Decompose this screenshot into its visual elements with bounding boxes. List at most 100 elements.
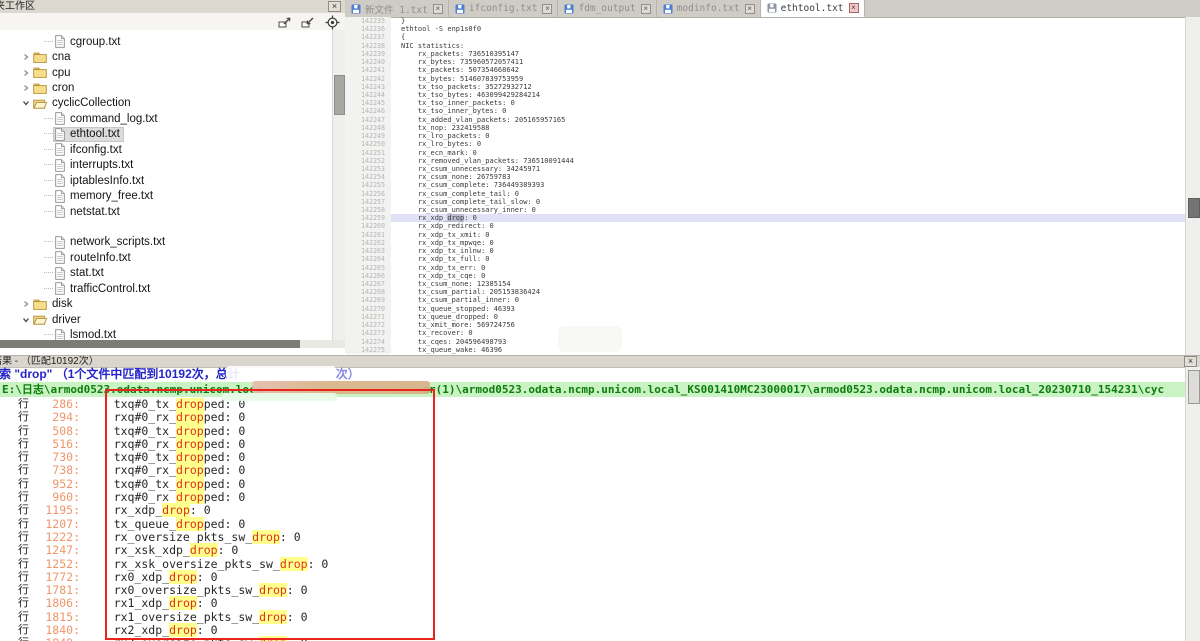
result-row-line-1781[interactable]: 行1781: rx0_oversize_pkts_sw_drop: 0: [0, 584, 1186, 597]
chevron-right-icon[interactable]: [22, 69, 32, 77]
result-line-number: 294:: [32, 411, 80, 424]
tab-modinfo.txt[interactable]: modinfo.txt×: [657, 0, 761, 17]
tree-item-ifconfig.txt[interactable]: ifconfig.txt: [0, 142, 333, 157]
match-highlight: drop: [280, 557, 308, 571]
results-close-icon[interactable]: ×: [1184, 356, 1197, 367]
tree-connector: [44, 272, 53, 274]
collapse-all-icon[interactable]: [301, 15, 316, 29]
result-row-line-730[interactable]: 行730: txq#0_tx_dropped: 0: [0, 451, 1186, 464]
result-row-line-508[interactable]: 行508: txq#0_tx_dropped: 0: [0, 425, 1186, 438]
result-row-line-516[interactable]: 行516: rxq#0_rx_dropped: 0: [0, 438, 1186, 451]
editor-line: 142243 tx_tso_packets: 35272932712: [345, 83, 1200, 91]
chevron-right-icon[interactable]: [22, 84, 32, 92]
tree-item-stat.txt[interactable]: stat.txt: [0, 266, 333, 281]
tree-connector: [44, 41, 53, 43]
tab-close-icon[interactable]: ×: [745, 4, 755, 14]
tree-item-netstat.txt[interactable]: netstat.txt: [0, 204, 333, 219]
tree-item-label: ethtool.txt: [70, 128, 120, 140]
result-line-number: 516:: [32, 438, 80, 451]
row-label: 行: [18, 624, 32, 637]
result-row-line-960[interactable]: 行960: rxq#0_rx_dropped: 0: [0, 491, 1186, 504]
tab-label: 新文件 1.txt: [365, 2, 428, 16]
match-highlight: drop: [176, 410, 204, 424]
tab-fdm_output[interactable]: fdm_output×: [558, 0, 656, 17]
chevron-right-icon[interactable]: [22, 300, 32, 308]
chevron-right-icon[interactable]: [22, 53, 32, 61]
tree-item-cron[interactable]: cron: [0, 80, 333, 95]
tree-item-cna[interactable]: cna: [0, 49, 333, 64]
match-highlight: drop: [169, 596, 197, 610]
row-label: 行: [18, 584, 32, 597]
workspace-close-icon[interactable]: ×: [328, 1, 341, 12]
tree-connector: [44, 334, 53, 336]
tree-item-routeInfo.txt[interactable]: routeInfo.txt: [0, 250, 333, 265]
result-row-line-1806[interactable]: 行1806: rx1_xdp_drop: 0: [0, 597, 1186, 610]
editor-line: 142275 tx_queue_wake: 46396: [345, 346, 1200, 354]
tree-item-command_log.txt[interactable]: command_log.txt: [0, 111, 333, 126]
result-row-line-286[interactable]: 行286: txq#0_tx_dropped: 0: [0, 398, 1186, 411]
chevron-down-icon[interactable]: [22, 99, 32, 107]
tab-close-icon[interactable]: ×: [433, 4, 443, 14]
tab-close-icon[interactable]: ×: [849, 3, 859, 13]
tree-item-label: network_scripts.txt: [70, 236, 165, 248]
editor-line: 142260 rx_xdp_redirect: 0: [345, 222, 1200, 230]
tree-item-ethtool.txt[interactable]: ethtool.txt: [0, 127, 333, 142]
match-highlight: drop: [176, 490, 204, 504]
tree-item-cgroup.txt[interactable]: cgroup.txt: [0, 34, 333, 49]
result-row-line-1840[interactable]: 行1840: rx2_xdp_drop: 0: [0, 624, 1186, 637]
result-text: txq#0_tx_dropped: 0: [86, 451, 245, 464]
tab-新文件 1.txt[interactable]: 新文件 1.txt ×: [345, 0, 449, 17]
result-row-line-1247[interactable]: 行1247: rx_xsk_xdp_drop: 0: [0, 544, 1186, 557]
chevron-down-icon[interactable]: [22, 316, 32, 324]
file-icon: [55, 128, 65, 141]
result-row-line-1207[interactable]: 行1207: tx_queue_dropped: 0: [0, 518, 1186, 531]
locate-file-icon[interactable]: [325, 15, 340, 29]
row-label: 行: [18, 425, 32, 438]
editor-vertical-scrollbar[interactable]: [1185, 17, 1200, 355]
result-text: rx1_xdp_drop: 0: [86, 597, 218, 610]
tree-item-network_scripts.txt[interactable]: network_scripts.txt: [0, 235, 333, 250]
tab-close-icon[interactable]: ×: [542, 4, 552, 14]
match-highlight: drop: [176, 477, 204, 491]
tree-item-lsmod.txt[interactable]: lsmod.txt: [0, 327, 333, 340]
editor-line: 142270 tx_queue_stopped: 46393: [345, 305, 1200, 313]
editor-line: 142258 rx_csum_unnecessary_inner: 0: [345, 206, 1200, 214]
result-text: rx0_oversize_pkts_sw_drop: 0: [86, 584, 308, 597]
results-vertical-scrollbar[interactable]: [1185, 367, 1200, 641]
workspace-horizontal-scrollbar[interactable]: [0, 340, 345, 348]
tree-item-cpu[interactable]: cpu: [0, 65, 333, 80]
result-row-line-1849[interactable]: 行1849: rx2_oversize_pkts_sw_drop: 0: [0, 637, 1186, 641]
result-row-line-1222[interactable]: 行1222: rx_oversize_pkts_sw_drop: 0: [0, 531, 1186, 544]
results-file-path[interactable]: E:\日志\armod0523.odata.ncmp.unicom.locaar…: [0, 382, 1186, 397]
editor-text-area[interactable]: 142235}142236ethtool -S enp1s0f0142237{1…: [345, 17, 1200, 355]
tree-connector: [44, 195, 53, 197]
result-row-line-952[interactable]: 行952: txq#0_tx_dropped: 0: [0, 478, 1186, 491]
row-label: 行: [18, 398, 32, 411]
tree-item-trafficControl.txt[interactable]: trafficControl.txt: [0, 281, 333, 296]
tab-close-icon[interactable]: ×: [641, 4, 651, 14]
tree-item-iptablesInfo.txt[interactable]: iptablesInfo.txt: [0, 173, 333, 188]
tree-item-memory_free.txt[interactable]: memory_free.txt: [0, 188, 333, 203]
tree-item-label: cpu: [52, 67, 71, 79]
tree-item-driver[interactable]: driver: [0, 312, 333, 327]
editor-line: 142257 rx_csum_complete_tail_slow: 0: [345, 198, 1200, 206]
tree-item-disk[interactable]: disk: [0, 296, 333, 311]
result-text: rx0_xdp_drop: 0: [86, 571, 218, 584]
tree-item-interrupts.txt[interactable]: interrupts.txt: [0, 158, 333, 173]
result-row-line-1815[interactable]: 行1815: rx1_oversize_pkts_sw_drop: 0: [0, 611, 1186, 624]
result-row-line-738[interactable]: 行738: rxq#0_rx_dropped: 0: [0, 464, 1186, 477]
editor-line: 142266 rx_xdp_tx_cqe: 0: [345, 272, 1200, 280]
result-row-line-294[interactable]: 行294: rxq#0_rx_dropped: 0: [0, 411, 1186, 424]
editor-line: 142273 tx_recover: 0: [345, 329, 1200, 337]
result-row-line-1252[interactable]: 行1252: rx_xsk_oversize_pkts_sw_drop: 0: [0, 558, 1186, 571]
row-label: 行: [18, 637, 32, 641]
tab-ethtool.txt[interactable]: ethtool.txt×: [761, 0, 865, 17]
tab-ifconfig.txt[interactable]: ifconfig.txt×: [449, 0, 559, 17]
result-line-number: 730:: [32, 451, 80, 464]
tree-connector: [44, 257, 53, 259]
workspace-vertical-scrollbar[interactable]: [332, 30, 345, 340]
expand-all-icon[interactable]: [278, 15, 293, 29]
result-row-line-1195[interactable]: 行1195: rx_xdp_drop: 0: [0, 504, 1186, 517]
result-row-line-1772[interactable]: 行1772: rx0_xdp_drop: 0: [0, 571, 1186, 584]
tree-item-cyclicCollection[interactable]: cyclicCollection: [0, 96, 333, 111]
